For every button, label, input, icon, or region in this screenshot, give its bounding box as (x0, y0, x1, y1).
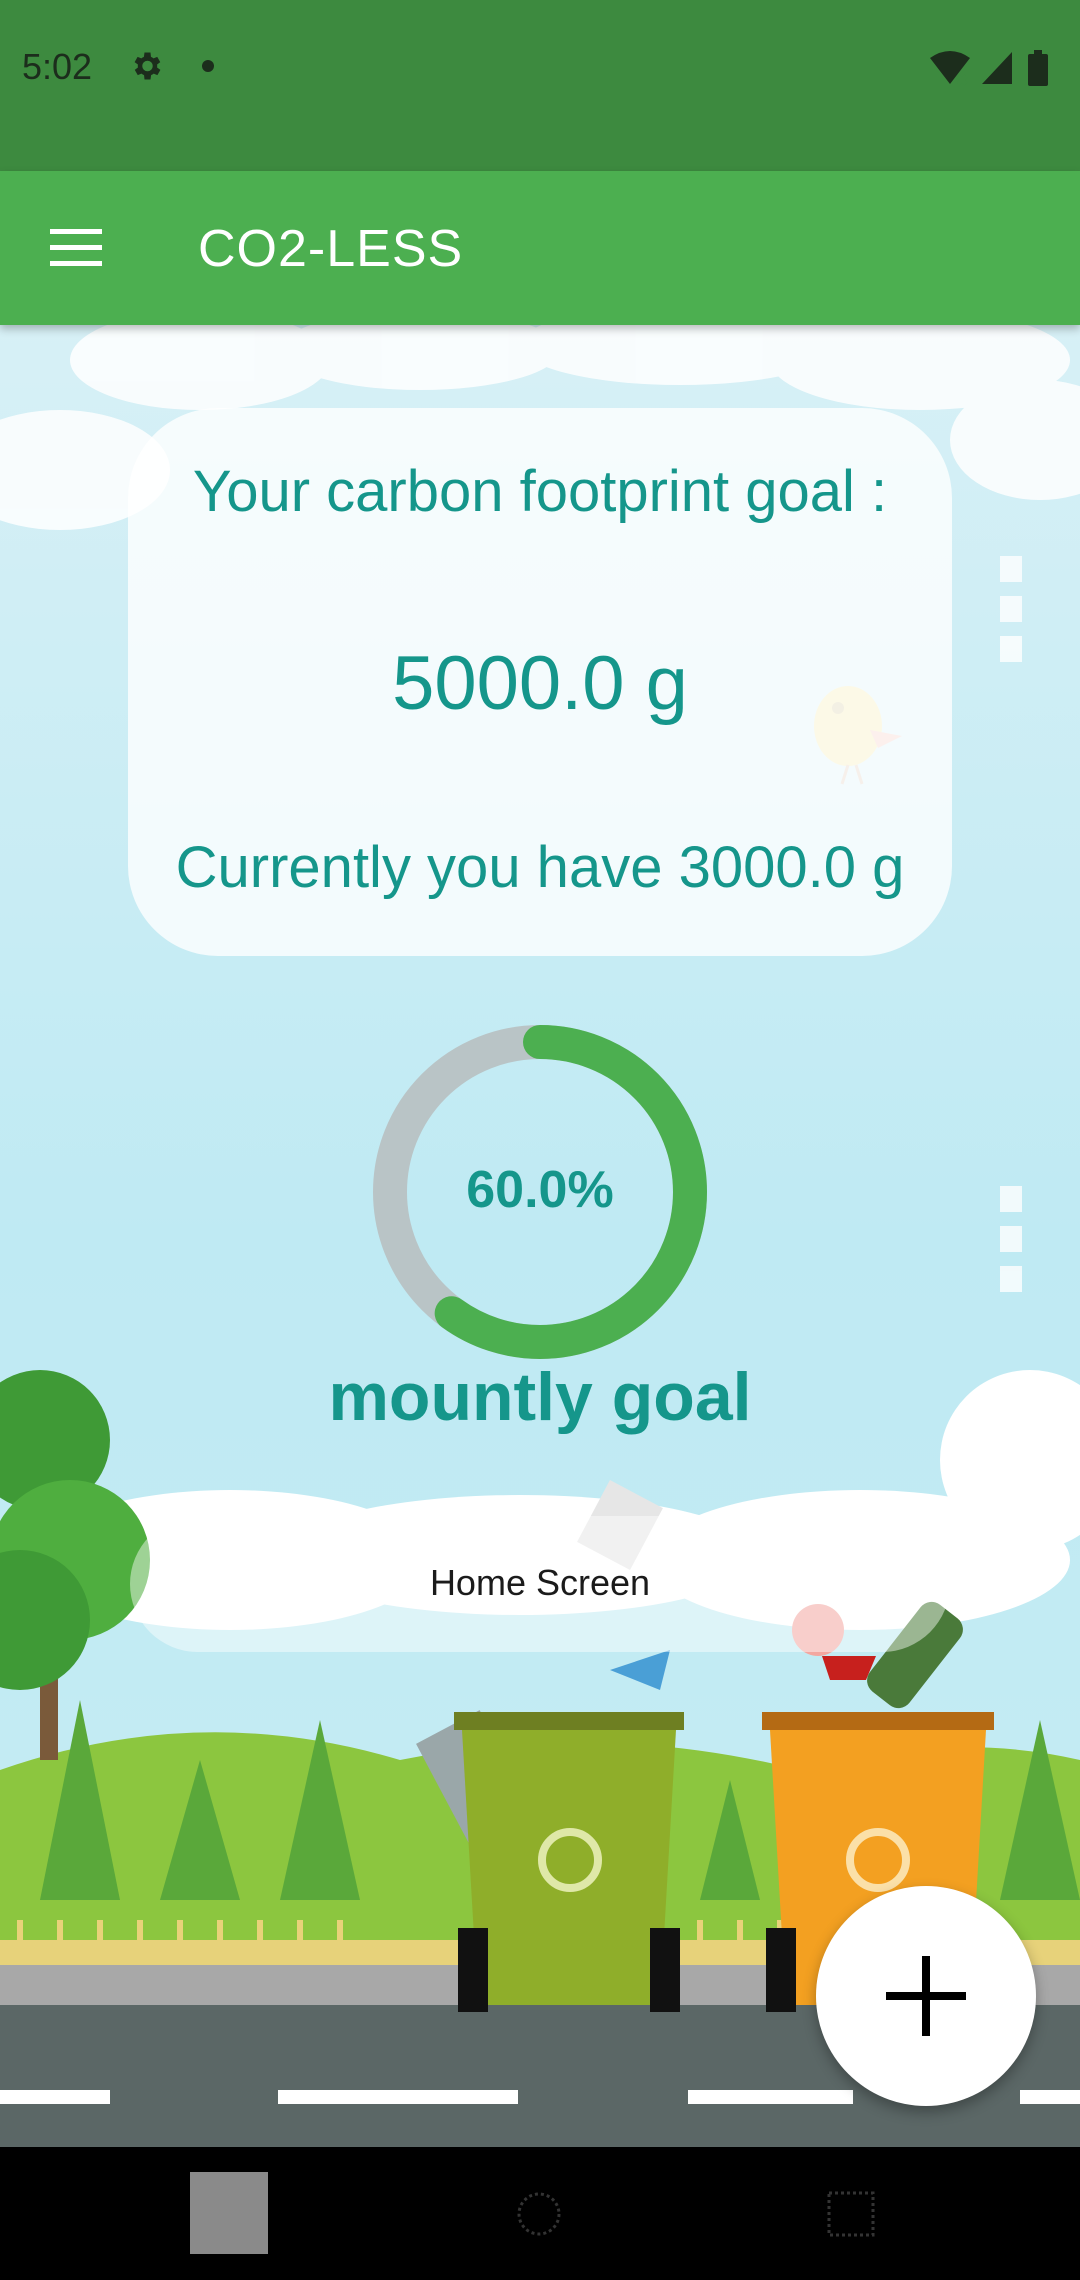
progress-caption: mountly goal (328, 1359, 752, 1435)
status-time: 5:02 (22, 46, 93, 87)
goal-title: Your carbon footprint goal : (192, 459, 888, 524)
goal-card: Your carbon footprint goal : 5000.0 g Cu… (128, 408, 952, 956)
recent-apps-icon[interactable] (826, 2190, 876, 2238)
app-title: CO2-LESS (198, 220, 464, 278)
progress-percent: 60.0% (466, 1161, 614, 1219)
add-button[interactable] (816, 1886, 1036, 2106)
back-icon[interactable] (190, 2172, 268, 2254)
signal-icon (982, 52, 1012, 84)
home-icon[interactable] (515, 2190, 563, 2238)
app-bar: CO2-LESS (0, 171, 1080, 325)
goal-value: 5000.0 g (392, 641, 688, 726)
hamburger-menu-icon[interactable] (50, 227, 102, 267)
home-screen-label: Home Screen (429, 1562, 651, 1603)
plus-icon (886, 1956, 966, 2036)
battery-icon (1028, 50, 1048, 86)
status-bar: 5:02 (0, 0, 1080, 171)
gear-icon (134, 52, 161, 80)
status-icons (930, 50, 1048, 86)
dot-icon (202, 60, 214, 72)
current-footprint: Currently you have 3000.0 g (175, 835, 905, 900)
wifi-icon (930, 51, 970, 86)
